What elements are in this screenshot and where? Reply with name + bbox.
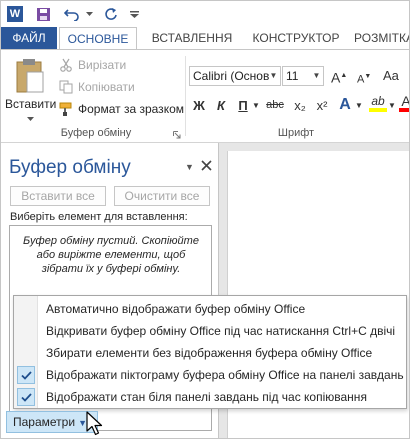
- chevron-down-icon[interactable]: ▼: [252, 94, 260, 116]
- options-button-label: Параметри: [13, 415, 76, 429]
- option-check-slot: [14, 386, 38, 408]
- font-group-label: Шрифт: [277, 127, 315, 139]
- pane-options-dropdown[interactable]: ▼: [185, 162, 194, 172]
- chevron-down-icon: [26, 117, 34, 121]
- font-name-combo[interactable]: Calibri (Основ ▼: [189, 66, 281, 86]
- tab-file[interactable]: ФАЙЛ: [1, 27, 57, 49]
- option-auto-show[interactable]: Автоматично відображати буфер обміну Off…: [14, 298, 406, 320]
- font-size-value: 11: [286, 69, 299, 83]
- font-size-combo[interactable]: 11 ▼: [282, 66, 324, 86]
- subscript-button[interactable]: x₂: [291, 94, 309, 116]
- format-painter-button[interactable]: Формат за зразком: [58, 100, 184, 118]
- option-check-slot: [14, 342, 38, 364]
- close-icon: [201, 160, 212, 171]
- font-name-value: Calibri (Основ: [193, 69, 270, 83]
- repeat-button[interactable]: [101, 4, 121, 24]
- clipboard-dialog-launcher[interactable]: [173, 128, 183, 139]
- option-label: Збирати елементи без відображення буфера…: [46, 346, 373, 360]
- bold-button[interactable]: Ж: [191, 94, 207, 116]
- underline-button[interactable]: П: [235, 94, 251, 116]
- chevron-down-icon[interactable]: ▼: [267, 67, 280, 85]
- save-button[interactable]: [33, 4, 53, 24]
- group-separator: [185, 56, 186, 136]
- undo-icon: [64, 9, 79, 21]
- pane-title: Буфер обміну: [9, 157, 131, 178]
- option-show-taskbar-icon[interactable]: Відображати піктограму буфера обміну Off…: [14, 364, 406, 386]
- repeat-icon: [105, 8, 117, 20]
- chevron-down-icon: [85, 11, 93, 16]
- option-label: Відкривати буфер обміну Office під час н…: [46, 324, 396, 338]
- option-label: Відображати піктограму буфера обміну Off…: [46, 368, 404, 382]
- tab-design[interactable]: КОНСТРУКТОР: [244, 27, 348, 49]
- options-menu: Автоматично відображати буфер обміну Off…: [13, 295, 407, 409]
- mouse-cursor-icon: [86, 411, 103, 436]
- word-logo-letter: W: [7, 6, 23, 22]
- paste-button[interactable]: Вставити: [5, 54, 57, 124]
- chevron-down-icon[interactable]: ▼: [388, 94, 396, 116]
- italic-button[interactable]: К: [213, 94, 229, 116]
- option-label: Відображати стан біля панелі завдань під…: [46, 390, 367, 404]
- tab-insert[interactable]: ВСТАВЛЕННЯ: [145, 27, 239, 49]
- quick-access-toolbar: W: [1, 1, 409, 27]
- option-check-slot: [14, 320, 38, 342]
- strikethrough-button[interactable]: abc: [263, 94, 287, 116]
- scissors-icon: [58, 57, 74, 73]
- word-window: W ФАЙЛ ОСНОВНЕ ВСТАВЛЕННЯ КОНСТРУКТОР РО…: [0, 0, 410, 439]
- undo-button[interactable]: [61, 4, 83, 24]
- customize-icon: [129, 10, 139, 18]
- pane-instruction: Виберіть елемент для вставлення:: [10, 211, 188, 223]
- cut-label: Вирізати: [78, 58, 127, 72]
- ribbon: Вставити Вирізати Копіювати Формат за зр…: [1, 49, 409, 143]
- chevron-down-icon[interactable]: ▼: [310, 67, 323, 85]
- grow-font-button[interactable]: A▲: [331, 66, 353, 86]
- clipboard-icon: [16, 59, 44, 93]
- word-app-icon[interactable]: W: [5, 4, 25, 24]
- copy-icon: [58, 79, 74, 95]
- highlight-button[interactable]: ab: [369, 94, 387, 112]
- copy-label: Копіювати: [78, 80, 135, 94]
- close-pane-button[interactable]: [201, 159, 212, 174]
- cut-button[interactable]: Вирізати: [58, 56, 126, 74]
- chevron-down-icon[interactable]: ▼: [355, 94, 363, 116]
- option-check-slot: [14, 298, 38, 320]
- option-show-status-near-taskbar[interactable]: Відображати стан біля панелі завдань під…: [14, 386, 406, 408]
- option-collect-without-showing[interactable]: Збирати елементи без відображення буфера…: [14, 342, 406, 364]
- copy-button[interactable]: Копіювати: [58, 78, 135, 96]
- option-label: Автоматично відображати буфер обміну Off…: [46, 302, 306, 316]
- customize-qat-button[interactable]: [127, 4, 141, 24]
- checkmark-icon: [17, 366, 35, 384]
- font-color-button[interactable]: A: [399, 93, 409, 112]
- paste-all-button[interactable]: Вставити все: [10, 186, 106, 206]
- text-effects-button[interactable]: A: [337, 94, 353, 116]
- change-case-button[interactable]: Aa: [383, 66, 409, 86]
- tab-home[interactable]: ОСНОВНЕ: [59, 27, 137, 50]
- option-ctrl-c-twice[interactable]: Відкривати буфер обміну Office під час н…: [14, 320, 406, 342]
- save-icon: [36, 7, 50, 21]
- dialog-launcher-icon: [173, 131, 181, 139]
- empty-clipboard-message: Буфер обміну пустий. Скопіюйте або виріж…: [23, 235, 199, 275]
- shrink-font-button[interactable]: A▼: [357, 68, 377, 88]
- paste-label: Вставити: [5, 97, 57, 111]
- checkmark-icon: [17, 388, 35, 406]
- clear-all-button[interactable]: Очистити все: [114, 186, 210, 206]
- superscript-button[interactable]: x²: [313, 94, 331, 116]
- clipboard-group-label: Буфер обміну: [60, 127, 132, 139]
- option-check-slot: [14, 364, 38, 386]
- format-painter-icon: [58, 101, 74, 117]
- ribbon-tabs: ФАЙЛ ОСНОВНЕ ВСТАВЛЕННЯ КОНСТРУКТОР РОЗМ…: [1, 27, 409, 50]
- tab-layout[interactable]: РОЗМІТКА: [354, 27, 409, 49]
- undo-dropdown[interactable]: [84, 4, 94, 24]
- format-painter-label: Формат за зразком: [78, 102, 184, 116]
